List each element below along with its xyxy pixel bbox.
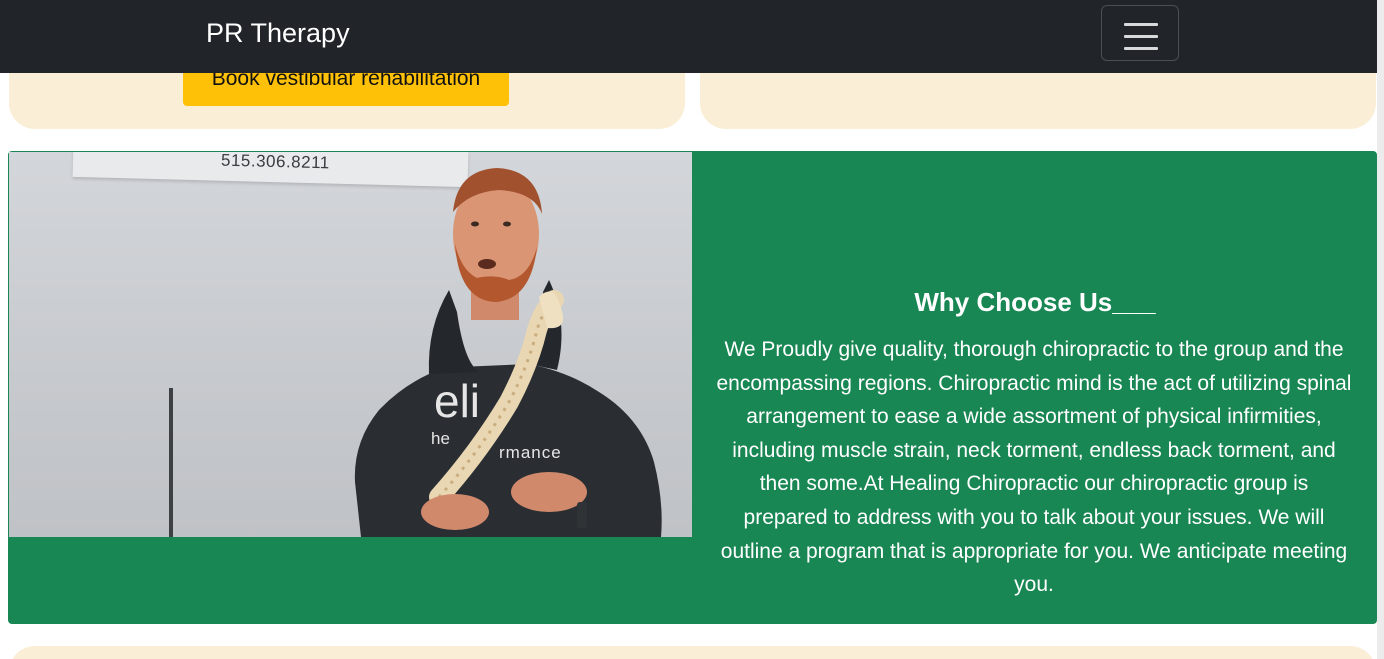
why-choose-us-title: Why Choose Us___ (914, 287, 1156, 317)
navbar-toggler-button[interactable] (1101, 5, 1179, 61)
top-navbar: PR Therapy (0, 0, 1377, 73)
why-choose-us-body: We Proudly give quality, thorough chirop… (716, 338, 1352, 597)
therapist-figure: eli he rmance (354, 168, 662, 537)
next-section-card (9, 646, 1376, 659)
page-edge (1377, 0, 1384, 659)
hoodie-text-1: eli (434, 375, 480, 427)
therapist-photo: 515.306.8211 eli he rmance (9, 152, 692, 537)
hoodie-text-2: he (431, 429, 450, 448)
hoodie-text-3: rmance (499, 443, 562, 462)
brand-link[interactable]: PR Therapy (206, 16, 350, 50)
